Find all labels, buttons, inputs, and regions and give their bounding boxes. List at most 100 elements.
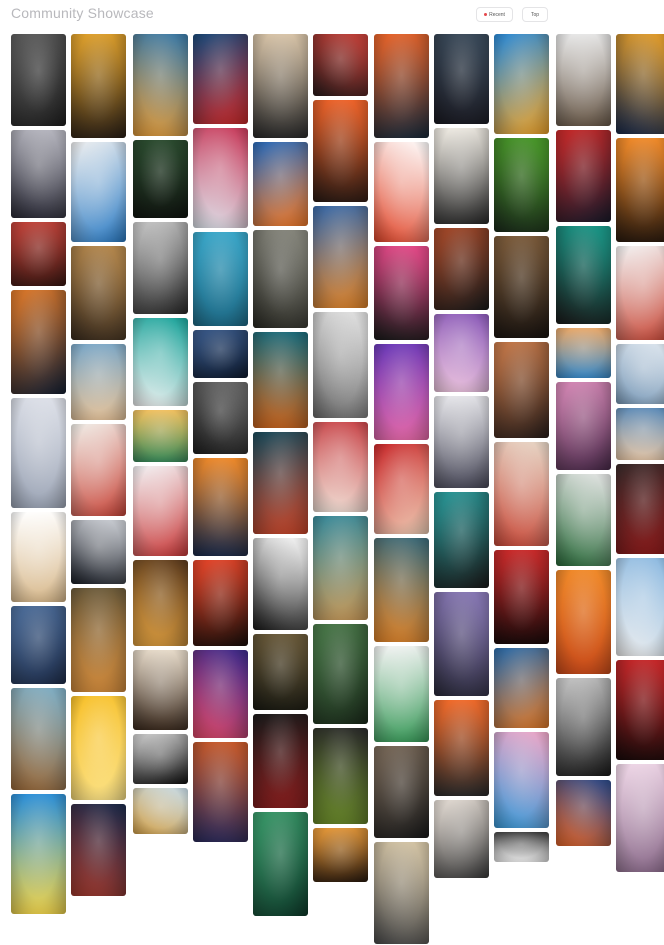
gallery-image-tile[interactable] bbox=[374, 538, 429, 642]
gallery-image-tile[interactable] bbox=[133, 410, 188, 462]
gallery-image-tile[interactable] bbox=[494, 236, 549, 338]
gallery-image-tile[interactable] bbox=[11, 222, 66, 286]
gallery-image-tile[interactable] bbox=[556, 474, 611, 566]
gallery-image-tile[interactable] bbox=[193, 232, 248, 326]
gallery-image-tile[interactable] bbox=[556, 678, 611, 776]
gallery-image-tile[interactable] bbox=[253, 538, 308, 630]
gallery-image-tile[interactable] bbox=[253, 142, 308, 226]
gallery-image-tile[interactable] bbox=[556, 130, 611, 222]
gallery-image-tile[interactable] bbox=[374, 344, 429, 440]
gallery-image-tile[interactable] bbox=[71, 246, 126, 340]
gallery-image-tile[interactable] bbox=[434, 314, 489, 392]
gallery-image-tile[interactable] bbox=[374, 842, 429, 944]
gallery-image-tile[interactable] bbox=[494, 550, 549, 644]
gallery-image-tile[interactable] bbox=[133, 140, 188, 218]
gallery-image-tile[interactable] bbox=[556, 226, 611, 324]
gallery-image-tile[interactable] bbox=[11, 794, 66, 914]
gallery-image-tile[interactable] bbox=[133, 222, 188, 314]
gallery-image-tile[interactable] bbox=[253, 230, 308, 328]
gallery-image-tile[interactable] bbox=[616, 464, 664, 554]
gallery-image-tile[interactable] bbox=[253, 34, 308, 138]
gallery-image-tile[interactable] bbox=[434, 228, 489, 310]
gallery-image-tile[interactable] bbox=[434, 128, 489, 224]
gallery-image-tile[interactable] bbox=[494, 442, 549, 546]
gallery-image-tile[interactable] bbox=[253, 332, 308, 428]
gallery-image-tile[interactable] bbox=[11, 34, 66, 126]
gallery-image-tile[interactable] bbox=[616, 138, 664, 242]
gallery-image-tile[interactable] bbox=[193, 34, 248, 124]
gallery-image-tile[interactable] bbox=[616, 408, 664, 460]
gallery-image-tile[interactable] bbox=[193, 560, 248, 646]
gallery-image-tile[interactable] bbox=[313, 516, 368, 620]
gallery-image-tile[interactable] bbox=[313, 206, 368, 308]
gallery-image-tile[interactable] bbox=[71, 344, 126, 420]
gallery-image-tile[interactable] bbox=[11, 688, 66, 790]
gallery-image-tile[interactable] bbox=[434, 800, 489, 878]
gallery-image-tile[interactable] bbox=[494, 832, 549, 862]
gallery-image-tile[interactable] bbox=[133, 318, 188, 406]
gallery-image-tile[interactable] bbox=[253, 812, 308, 916]
gallery-image-tile[interactable] bbox=[71, 696, 126, 800]
gallery-image-tile[interactable] bbox=[374, 142, 429, 242]
gallery-image-tile[interactable] bbox=[494, 732, 549, 828]
gallery-image-tile[interactable] bbox=[71, 142, 126, 242]
gallery-image-tile[interactable] bbox=[494, 138, 549, 232]
gallery-image-tile[interactable] bbox=[494, 342, 549, 438]
gallery-image-tile[interactable] bbox=[71, 804, 126, 896]
gallery-image-tile[interactable] bbox=[313, 312, 368, 418]
gallery-image-tile[interactable] bbox=[193, 650, 248, 738]
gallery-image-tile[interactable] bbox=[556, 34, 611, 126]
gallery-image-tile[interactable] bbox=[556, 382, 611, 470]
gallery-image-tile[interactable] bbox=[71, 588, 126, 692]
gallery-image-tile[interactable] bbox=[193, 742, 248, 842]
gallery-image-tile[interactable] bbox=[616, 764, 664, 872]
gallery-image-tile[interactable] bbox=[434, 34, 489, 124]
gallery-image-tile[interactable] bbox=[11, 290, 66, 394]
gallery-image-tile[interactable] bbox=[616, 558, 664, 656]
gallery-image-tile[interactable] bbox=[133, 466, 188, 556]
gallery-image-tile[interactable] bbox=[193, 382, 248, 454]
gallery-image-tile[interactable] bbox=[616, 344, 664, 404]
gallery-image-tile[interactable] bbox=[434, 492, 489, 588]
gallery-image-tile[interactable] bbox=[616, 246, 664, 340]
gallery-image-tile[interactable] bbox=[374, 646, 429, 742]
gallery-image-tile[interactable] bbox=[313, 34, 368, 96]
gallery-image-tile[interactable] bbox=[11, 606, 66, 684]
gallery-image-tile[interactable] bbox=[374, 444, 429, 534]
gallery-image-tile[interactable] bbox=[11, 398, 66, 508]
gallery-image-tile[interactable] bbox=[313, 624, 368, 724]
gallery-image-tile[interactable] bbox=[11, 130, 66, 218]
gallery-image-tile[interactable] bbox=[374, 746, 429, 838]
gallery-image-tile[interactable] bbox=[11, 512, 66, 602]
gallery-image-tile[interactable] bbox=[133, 560, 188, 646]
gallery-image-tile[interactable] bbox=[193, 330, 248, 378]
gallery-image-tile[interactable] bbox=[494, 648, 549, 728]
gallery-image-tile[interactable] bbox=[71, 424, 126, 516]
gallery-image-tile[interactable] bbox=[556, 570, 611, 674]
gallery-image-tile[interactable] bbox=[494, 34, 549, 134]
gallery-image-tile[interactable] bbox=[616, 660, 664, 760]
gallery-image-tile[interactable] bbox=[434, 700, 489, 796]
gallery-image-tile[interactable] bbox=[133, 788, 188, 834]
gallery-image-tile[interactable] bbox=[253, 432, 308, 534]
gallery-image-tile[interactable] bbox=[434, 396, 489, 488]
gallery-image-tile[interactable] bbox=[253, 714, 308, 808]
gallery-image-tile[interactable] bbox=[133, 34, 188, 136]
gallery-image-tile[interactable] bbox=[374, 246, 429, 340]
gallery-image-tile[interactable] bbox=[374, 34, 429, 138]
gallery-image-tile[interactable] bbox=[71, 520, 126, 584]
gallery-image-tile[interactable] bbox=[434, 592, 489, 696]
gallery-image-tile[interactable] bbox=[313, 100, 368, 202]
gallery-image-tile[interactable] bbox=[556, 780, 611, 846]
gallery-image-tile[interactable] bbox=[71, 34, 126, 138]
gallery-image-tile[interactable] bbox=[193, 458, 248, 556]
gallery-image-tile[interactable] bbox=[193, 128, 248, 228]
gallery-image-tile[interactable] bbox=[133, 650, 188, 730]
gallery-image-tile[interactable] bbox=[313, 828, 368, 882]
gallery-image-tile[interactable] bbox=[253, 634, 308, 710]
gallery-image-tile[interactable] bbox=[616, 34, 664, 134]
gallery-image-tile[interactable] bbox=[313, 422, 368, 512]
gallery-image-tile[interactable] bbox=[556, 328, 611, 378]
gallery-image-tile[interactable] bbox=[313, 728, 368, 824]
gallery-image-tile[interactable] bbox=[133, 734, 188, 784]
